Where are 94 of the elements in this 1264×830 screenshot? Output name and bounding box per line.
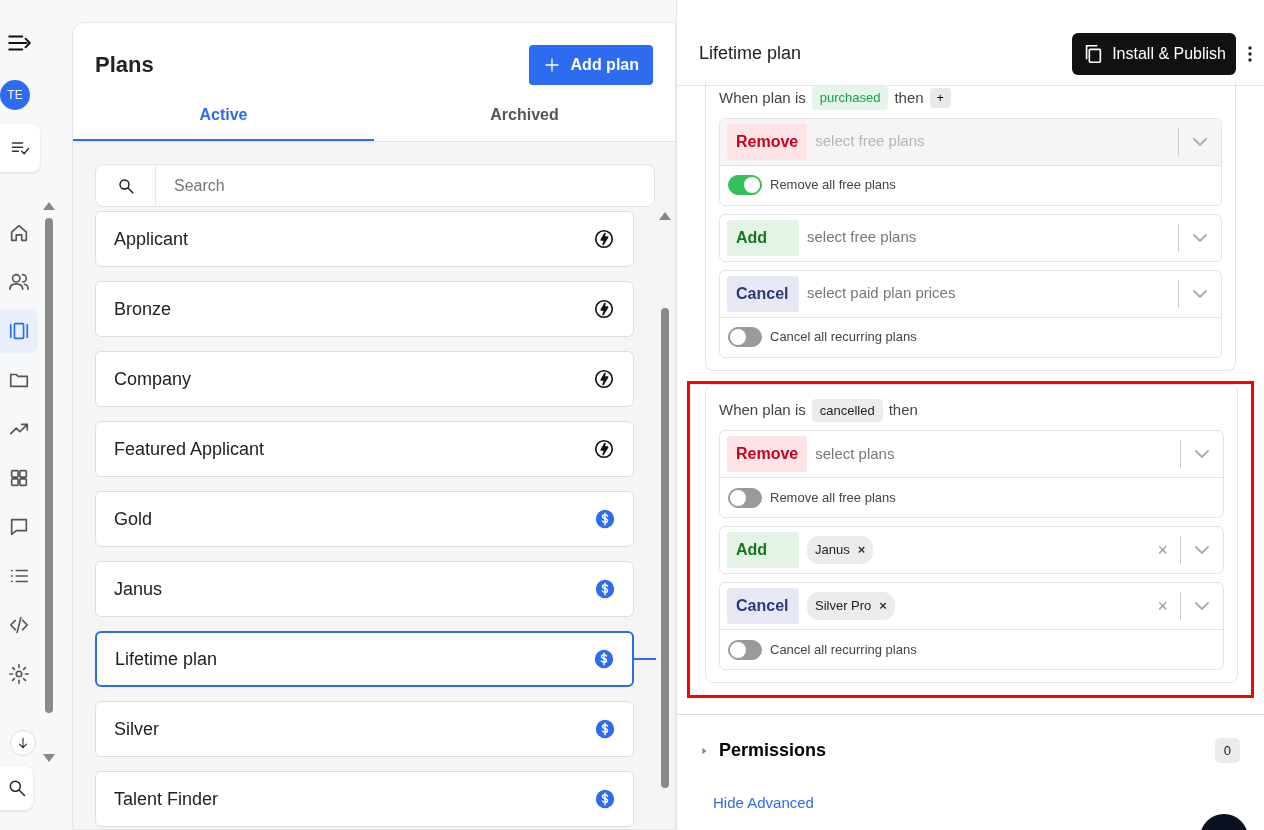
add-plan-button[interactable]: Add plan [528,45,653,85]
action-label: Cancel [727,275,799,312]
action-select[interactable]: Cancel select paid plan prices [720,270,1221,317]
rule-text: then [894,87,924,108]
chevron-down-icon [1195,546,1209,554]
action-select[interactable]: Remove select plans [720,431,1223,477]
checklist-button[interactable] [0,124,40,172]
action-label: Remove [727,123,808,160]
chip-remove-button[interactable]: × [857,540,866,560]
action-label: Cancel [727,588,799,624]
users-icon [8,271,30,293]
rule-text: When plan is [719,87,806,108]
count-badge: 0 [1214,737,1240,764]
plan-name: Silver [114,717,159,741]
caret-right-icon [699,745,709,756]
detail-title: Lifetime plan [699,42,802,65]
chip-label: Janus [815,541,850,560]
search-icon [116,176,135,195]
plan-name: Janus [114,577,163,601]
chevron-down-icon [1195,602,1209,610]
plan-card[interactable]: Gold [95,491,634,547]
connector-line [634,658,656,660]
plan-card[interactable]: Janus [95,561,634,617]
plan-card[interactable]: Talent Finder [95,771,634,827]
toggle-switch[interactable] [728,487,762,508]
plan-name: Bronze [114,297,172,321]
toggle-label: Cancel all recurring plans [770,640,917,659]
rule-text: When plan is [719,400,806,420]
tab[interactable]: Archived [374,93,675,141]
action-select[interactable]: Add select free plans [720,214,1221,261]
plan-name: Talent Finder [114,787,219,811]
chevron-down-icon [1195,450,1209,458]
event-tag: cancelled [811,398,883,422]
plan-name: Applicant [114,227,189,251]
more-icon[interactable] [1248,45,1252,62]
avatar[interactable]: TE [0,80,30,110]
arrow-down-icon [16,736,30,750]
plus-icon [542,56,561,74]
chevron-down-icon [1193,137,1207,146]
toggle-switch[interactable] [728,639,762,660]
bolt-icon [593,228,615,250]
add-condition-button[interactable]: + [929,87,951,108]
scroll-down-button[interactable] [10,730,36,756]
bolt-icon [593,298,615,320]
chat-icon [8,516,30,538]
grid-icon [8,467,30,489]
action-label: Add [727,532,799,568]
search-button[interactable] [0,766,33,810]
columns-icon [8,320,30,342]
plan-card[interactable]: Company [95,351,634,407]
select-placeholder: select plans [814,443,896,464]
rule-text: then [888,400,918,420]
home-icon [8,222,30,244]
plan-card[interactable]: Featured Applicant [95,421,634,477]
chip-label: Silver Pro [815,597,872,616]
hide-advanced-link[interactable]: Hide Advanced [713,792,814,815]
dollar-icon [595,719,615,739]
panel-title: Plans [95,51,154,79]
chevron-down-icon [1193,289,1207,298]
action-select[interactable]: Cancel Silver Pro × × [720,583,1223,629]
dollar-icon [595,579,615,599]
dollar-icon [595,789,615,809]
permissions-toggle[interactable]: Permissions [699,737,827,764]
action-select[interactable]: Add Janus × × [720,527,1223,573]
dollar-icon [594,649,614,669]
select-placeholder: select free plans [814,131,926,152]
plan-card[interactable]: Silver [95,701,634,757]
chevron-down-icon [1193,233,1207,242]
plan-card[interactable]: Lifetime plan [95,631,634,687]
toggle-switch[interactable] [728,327,762,347]
toggle-label: Cancel all recurring plans [770,328,917,347]
plan-card[interactable]: Applicant [95,211,634,267]
toggle-label: Remove all free plans [770,488,896,507]
action-label: Add [727,219,799,256]
plan-name: Featured Applicant [114,437,265,461]
bolt-icon [593,438,615,460]
dollar-icon [595,509,615,529]
event-tag: purchased [811,86,889,110]
publish-button[interactable]: Install & Publish [1072,32,1236,75]
chip-remove-button[interactable]: × [879,596,887,616]
plan-name: Lifetime plan [115,647,218,671]
plan-name: Company [114,367,192,391]
bolt-icon [593,368,615,390]
plan-card[interactable]: Bronze [95,281,634,337]
search-bar[interactable]: Search [95,164,655,207]
action-label: Remove [727,436,808,472]
select-placeholder: select paid plan prices [806,283,957,304]
search-field[interactable]: Search [156,165,654,206]
code-icon [8,614,30,636]
scrollbar[interactable] [43,202,55,762]
plan-name: Gold [114,507,153,531]
toggle-label: Remove all free plans [770,176,896,195]
nav-item[interactable] [0,309,38,353]
select-placeholder: select free plans [806,227,918,248]
